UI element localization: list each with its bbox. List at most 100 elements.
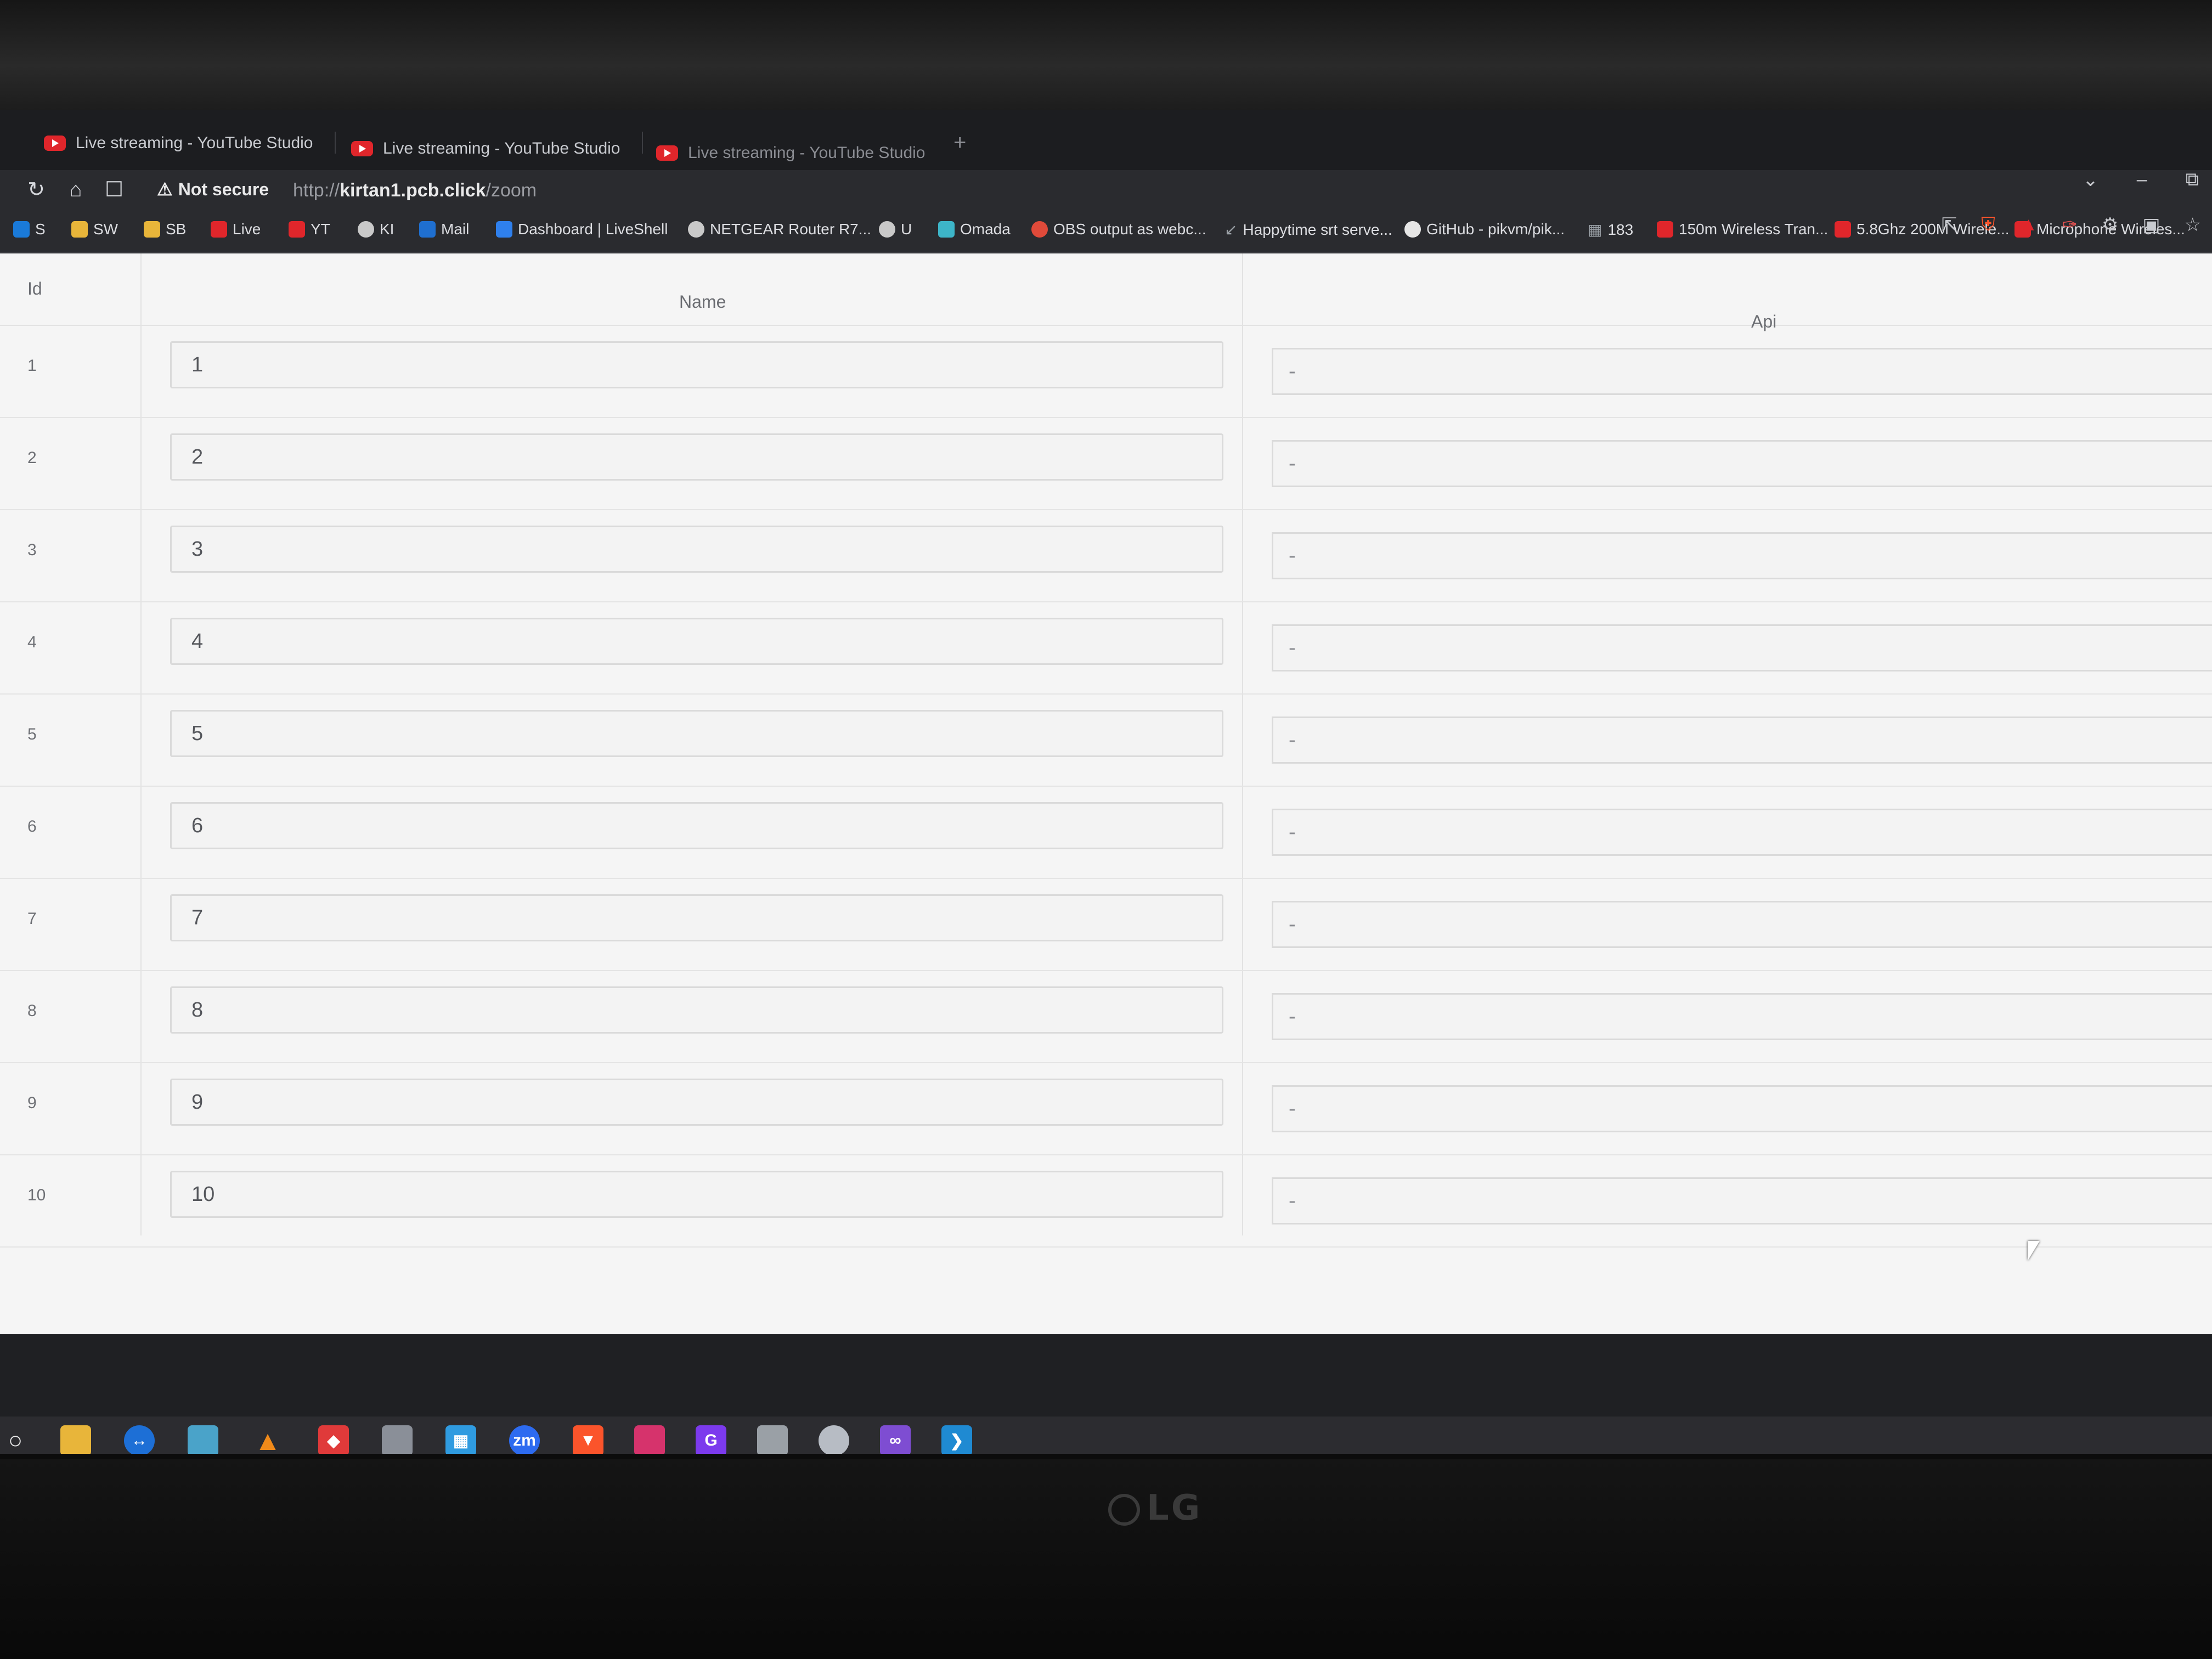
name-input[interactable]: 8 [170,986,1223,1034]
skype-icon [13,221,30,238]
bookmark-icon[interactable]: ☐ [102,178,126,202]
api-input[interactable]: - [1272,809,2212,856]
bookmark-item[interactable]: Mail [419,221,469,238]
name-input[interactable]: 3 [170,526,1223,573]
bookmark-item[interactable]: Omada [938,221,1011,238]
bookmark-item[interactable]: Dashboard | LiveShell [496,221,668,238]
api-input[interactable]: - [1272,1085,2212,1132]
youtube-icon [656,145,678,161]
app-icon[interactable]: G [696,1425,726,1454]
minimize-icon[interactable]: – [2137,169,2147,191]
zoom-icon[interactable]: zm [509,1425,540,1454]
security-indicator[interactable]: ⚠ Not secure [157,179,269,200]
name-input[interactable]: 2 [170,433,1223,481]
bookmark-item[interactable]: S [13,221,46,238]
name-input[interactable]: 6 [170,802,1223,849]
app-icon[interactable] [634,1425,665,1454]
youtube-icon [351,141,373,156]
youtube-icon [44,136,66,151]
name-input[interactable]: 10 [170,1171,1223,1218]
brave-rewards-icon[interactable]: ▲ [2019,214,2038,236]
api-input[interactable]: - [1272,348,2212,395]
app-icon[interactable] [382,1425,413,1454]
bookmark-item[interactable]: YT [289,221,330,238]
brave-shields-icon[interactable]: ⛨ [1981,214,1995,236]
share-icon[interactable]: ⇱ [1942,214,1957,236]
url-field[interactable]: http://kirtan1.pcb.click/zoom [293,180,537,201]
toolbar-extensions: ⇱ ⛨ ▲ ✑ ⚙ ▣ ☆ [1942,214,2201,236]
app-icon[interactable] [188,1425,218,1454]
name-input[interactable]: 1 [170,341,1223,388]
wallet-icon[interactable]: ▣ [2142,214,2160,236]
bookmark-item[interactable]: 150m Wireless Tran... [1657,221,1828,238]
name-input[interactable]: 5 [170,710,1223,757]
browser-tab[interactable]: Live streaming - YouTube Studio [656,134,926,172]
api-input[interactable]: - [1272,532,2212,579]
bookmark-item[interactable]: KI [358,221,394,238]
bookmark-label: U [901,221,912,238]
bookmark-label: KI [380,221,394,238]
table-row: 6 6 - [0,786,2212,879]
name-input[interactable]: 9 [170,1079,1223,1126]
bookmark-label: Omada [960,221,1011,238]
table-row: 5 5 - [0,693,2212,787]
arrow-icon: ↙ [1224,221,1238,238]
teamviewer-icon[interactable]: ↔ [124,1425,155,1454]
restore-icon[interactable]: ⧉ [2186,169,2199,191]
tab-search-chevron-down-icon[interactable]: ⌄ [2083,169,2098,191]
room-background-top [0,0,2212,110]
app-icon[interactable] [757,1425,788,1454]
api-input[interactable]: - [1272,624,2212,672]
file-explorer-icon[interactable] [60,1425,91,1454]
tab-separator [335,132,336,154]
extension-icon[interactable]: ✑ [2062,214,2078,236]
page-content: Id Name Api 1 1 - 2 2 - 3 3 - 4 4 - 5 5 [0,253,2212,1334]
browser-tab[interactable]: Live streaming - YouTube Studio [351,129,620,168]
star-icon[interactable]: ☆ [2185,214,2201,236]
bookmark-label: Mail [441,221,470,238]
new-tab-button[interactable]: + [953,131,966,155]
zoom-icon-label: zm [513,1431,536,1449]
store-icon [1835,221,1851,238]
api-input[interactable]: - [1272,993,2212,1040]
browser-tab[interactable]: Live streaming - YouTube Studio [44,124,313,162]
youtube-icon [211,221,227,238]
table-row: 1 1 - [0,325,2212,418]
vlc-icon[interactable]: ▲ [252,1425,283,1454]
api-input[interactable]: - [1272,716,2212,764]
bookmark-item[interactable]: GitHub - pikvm/pik... [1404,221,1565,238]
row-id: 6 [27,817,37,836]
monitor-brand: LG [1147,1488,1203,1528]
bookmark-item[interactable]: SB [144,221,186,238]
vscode-icon[interactable]: ❯ [941,1425,972,1454]
bookmark-item[interactable]: ▦ 183 [1588,221,1633,239]
row-id: 3 [27,541,37,559]
name-input[interactable]: 7 [170,894,1223,941]
search-icon[interactable]: ○ [0,1425,31,1454]
warning-icon: ⚠ [157,179,173,199]
anydesk-icon[interactable]: ◆ [318,1425,349,1454]
table-row: 4 4 - [0,601,2212,695]
brave-icon[interactable]: ▼ [573,1425,603,1454]
api-input[interactable]: - [1272,1177,2212,1224]
visual-studio-icon[interactable]: ∞ [880,1425,911,1454]
mouse-pointer-icon [2028,1241,2040,1261]
bookmark-item[interactable]: ↙ Happytime srt serve... [1224,221,1392,239]
puzzle-icon[interactable]: ⚙ [2102,214,2118,236]
bookmark-item[interactable]: U [879,221,912,238]
app-icon[interactable] [819,1425,849,1454]
folder-icon [144,221,160,238]
bookmark-item[interactable]: Live [211,221,261,238]
table-header: Id Name Api [0,253,2212,331]
home-icon[interactable]: ⌂ [64,178,88,202]
api-input[interactable]: - [1272,901,2212,948]
url-scheme: http:// [293,180,340,201]
name-input[interactable]: 4 [170,618,1223,665]
windows-store-icon[interactable]: ▦ [445,1425,476,1454]
bookmark-label: Live [233,221,261,238]
api-input[interactable]: - [1272,440,2212,487]
reload-icon[interactable]: ↻ [24,178,48,202]
bookmark-item[interactable]: NETGEAR Router R7... [688,221,871,238]
bookmark-item[interactable]: OBS output as webc... [1031,221,1206,238]
bookmark-item[interactable]: SW [71,221,118,238]
